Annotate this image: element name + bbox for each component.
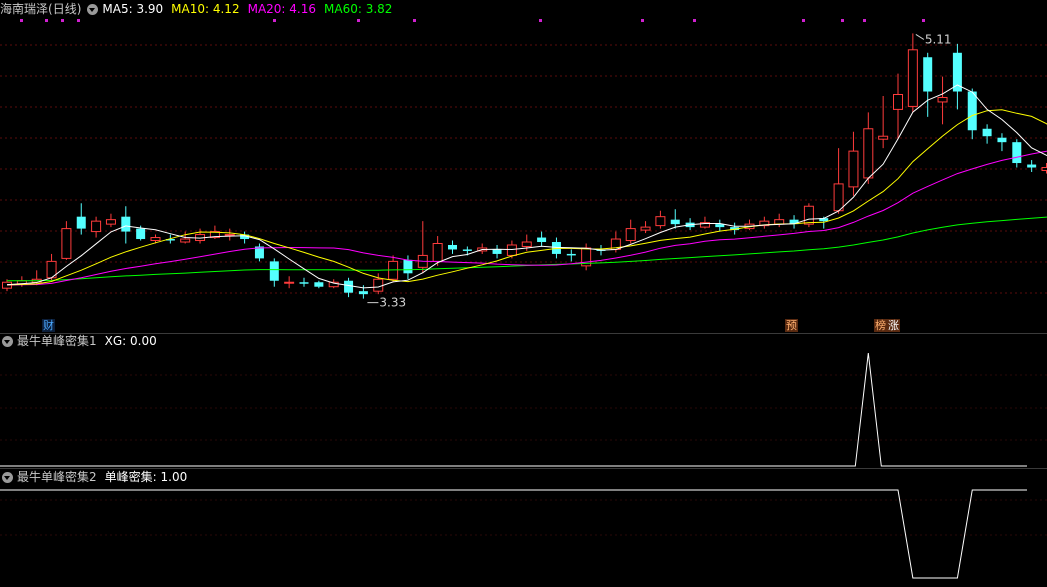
candle-down xyxy=(77,217,86,229)
candle-down xyxy=(493,249,502,253)
ma5-value: MA5: 3.90 xyxy=(102,0,163,18)
signal-marker xyxy=(841,19,844,22)
candle-down xyxy=(567,254,576,255)
ma5-line xyxy=(7,85,1047,288)
candle-up xyxy=(507,245,516,255)
signal-marker xyxy=(61,19,64,22)
candle-up xyxy=(894,95,903,110)
ma20-value: MA20: 4.16 xyxy=(248,0,316,18)
candle-down xyxy=(1027,165,1036,168)
chart-canvas[interactable]: 5.11 3.33 xyxy=(0,0,1047,583)
indicator2-name[interactable]: 最牛单峰密集2 xyxy=(17,468,97,486)
candle-up xyxy=(908,50,917,107)
price-grid xyxy=(0,45,1047,535)
candle-down xyxy=(537,238,546,242)
xg-signal-line xyxy=(0,353,1027,466)
indicator1-header: 最牛单峰密集1 XG: 0.00 xyxy=(2,332,165,350)
indicator2-value: 单峰密集: 1.00 xyxy=(105,468,188,486)
forecast-badge[interactable]: 预 xyxy=(785,319,798,332)
candle-down xyxy=(136,229,145,239)
indicator1-line xyxy=(0,353,1027,466)
indicator2-line xyxy=(0,490,1027,578)
signal-marker xyxy=(20,19,23,22)
candle-down xyxy=(671,220,680,224)
signal-marker xyxy=(863,19,866,22)
peak-density-line xyxy=(0,490,1027,578)
candle-down xyxy=(359,291,368,294)
candle-up xyxy=(106,220,115,224)
ma20-line xyxy=(7,146,1047,285)
signal-marker xyxy=(357,19,360,22)
candle-down xyxy=(1012,142,1021,163)
candle-up xyxy=(879,136,888,139)
signal-marker xyxy=(922,19,925,22)
candle-down xyxy=(300,282,309,283)
candle-up xyxy=(151,238,160,241)
signal-marker xyxy=(77,19,80,22)
signal-marker xyxy=(693,19,696,22)
signal-marker xyxy=(413,19,416,22)
main-panel-header: 海南瑞泽 (日线) MA5: 3.90 MA10: 4.12 MA20: 4.1… xyxy=(0,0,400,18)
candle-up xyxy=(849,151,858,187)
signal-marker xyxy=(273,19,276,22)
candle-up xyxy=(62,229,71,259)
candle-up xyxy=(285,282,294,283)
signal-marker xyxy=(45,19,48,22)
indicator2-header: 最牛单峰密集2 单峰密集: 1.00 xyxy=(2,468,195,486)
candle-down xyxy=(953,53,962,92)
indicator1-name[interactable]: 最牛单峰密集1 xyxy=(17,332,97,350)
finance-badge[interactable]: 财 xyxy=(42,319,55,332)
candle-up xyxy=(834,184,843,211)
high-price-label: 5.11 xyxy=(925,32,952,46)
signal-marker xyxy=(802,19,805,22)
candle-up xyxy=(225,235,234,236)
stock-name[interactable]: 海南瑞泽 xyxy=(0,0,48,18)
candle-down xyxy=(997,138,1006,142)
candle-down xyxy=(344,281,353,293)
candle-up xyxy=(1042,168,1047,171)
indicator1-value: XG: 0.00 xyxy=(105,332,157,350)
candle-down xyxy=(314,282,323,286)
collapse-chevron-icon[interactable] xyxy=(2,472,13,483)
kline-chart-window: 5.11 3.33 海南瑞泽 (日线) MA5: 3.90 MA10: 4.12… xyxy=(0,0,1047,583)
candle-up xyxy=(374,279,383,291)
candle-down xyxy=(270,261,279,280)
low-price-label: 3.33 xyxy=(379,296,406,310)
period-label[interactable]: (日线) xyxy=(48,0,81,18)
signal-marker xyxy=(539,19,542,22)
candle-down xyxy=(448,245,457,249)
limit-up-badge[interactable]: 涨 xyxy=(887,319,900,332)
high-pointer xyxy=(916,34,924,39)
candle-down xyxy=(968,92,977,131)
candle-up xyxy=(938,97,947,101)
ma10-line xyxy=(7,110,1047,285)
ma10-value: MA10: 4.12 xyxy=(171,0,239,18)
candle-up xyxy=(804,206,813,224)
signal-marker xyxy=(641,19,644,22)
collapse-chevron-icon[interactable] xyxy=(87,4,98,15)
candle-up xyxy=(522,242,531,246)
collapse-chevron-icon[interactable] xyxy=(2,336,13,347)
ranking-badge[interactable]: 榜 xyxy=(874,319,887,332)
top-markers xyxy=(20,19,925,22)
candle-down xyxy=(983,129,992,136)
candlesticks xyxy=(3,33,1047,298)
candle-up xyxy=(641,227,650,230)
candle-down xyxy=(463,249,472,250)
candle-down xyxy=(923,57,932,91)
ma60-value: MA60: 3.82 xyxy=(324,0,392,18)
candle-up xyxy=(181,239,190,242)
candle-up xyxy=(433,244,442,262)
candle-up xyxy=(626,229,635,241)
candle-up xyxy=(656,217,665,226)
candle-up xyxy=(864,129,873,178)
candle-down xyxy=(121,217,130,232)
candle-up xyxy=(92,221,101,231)
candle-down xyxy=(403,260,412,273)
